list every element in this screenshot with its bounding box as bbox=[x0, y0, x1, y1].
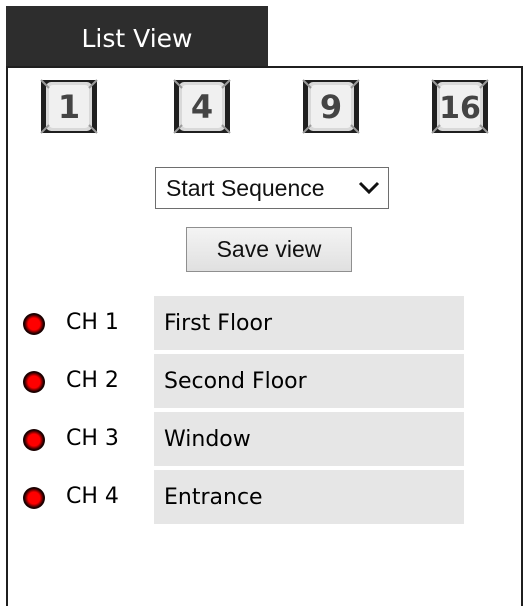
sequence-select[interactable]: Start Sequence bbox=[155, 167, 389, 209]
layout-9-button[interactable]: 9 bbox=[299, 76, 363, 137]
sequence-select-value: Start Sequence bbox=[166, 174, 325, 201]
channel-row: CH 4 Entrance bbox=[0, 470, 528, 526]
channel-row: CH 1 First Floor bbox=[0, 296, 528, 352]
channel-row: CH 2 Second Floor bbox=[0, 354, 528, 410]
layout-label: 9 bbox=[320, 88, 342, 126]
nine-view-icon: 9 bbox=[302, 79, 360, 134]
layout-1-button[interactable]: 1 bbox=[37, 76, 101, 137]
channel-name[interactable]: Entrance bbox=[154, 470, 464, 524]
layout-label: 16 bbox=[439, 91, 481, 126]
layout-16-button[interactable]: 16 bbox=[428, 76, 492, 137]
layout-label: 1 bbox=[58, 88, 80, 126]
status-dot-icon bbox=[23, 429, 45, 451]
layout-4-button[interactable]: 4 bbox=[170, 76, 234, 137]
quad-view-icon: 4 bbox=[173, 79, 231, 134]
tab-list-view[interactable]: List View bbox=[6, 6, 268, 68]
channel-name[interactable]: Window bbox=[154, 412, 464, 466]
save-view-button[interactable]: Save view bbox=[186, 227, 352, 272]
channel-label: CH 3 bbox=[66, 426, 119, 451]
status-dot-icon bbox=[23, 487, 45, 509]
status-dot-icon bbox=[23, 371, 45, 393]
sixteen-view-icon: 16 bbox=[431, 79, 489, 134]
channel-row: CH 3 Window bbox=[0, 412, 528, 468]
tab-label: List View bbox=[81, 23, 193, 53]
layout-label: 4 bbox=[191, 88, 213, 126]
channel-name[interactable]: First Floor bbox=[154, 296, 464, 350]
single-view-icon: 1 bbox=[40, 79, 98, 134]
channel-name[interactable]: Second Floor bbox=[154, 354, 464, 408]
channel-label: CH 2 bbox=[66, 368, 119, 393]
status-dot-icon bbox=[23, 313, 45, 335]
chevron-down-icon bbox=[358, 181, 380, 195]
save-view-label: Save view bbox=[216, 236, 322, 262]
tab-strip: List View bbox=[0, 0, 528, 68]
channel-label: CH 1 bbox=[66, 310, 119, 335]
channel-label: CH 4 bbox=[66, 484, 119, 509]
